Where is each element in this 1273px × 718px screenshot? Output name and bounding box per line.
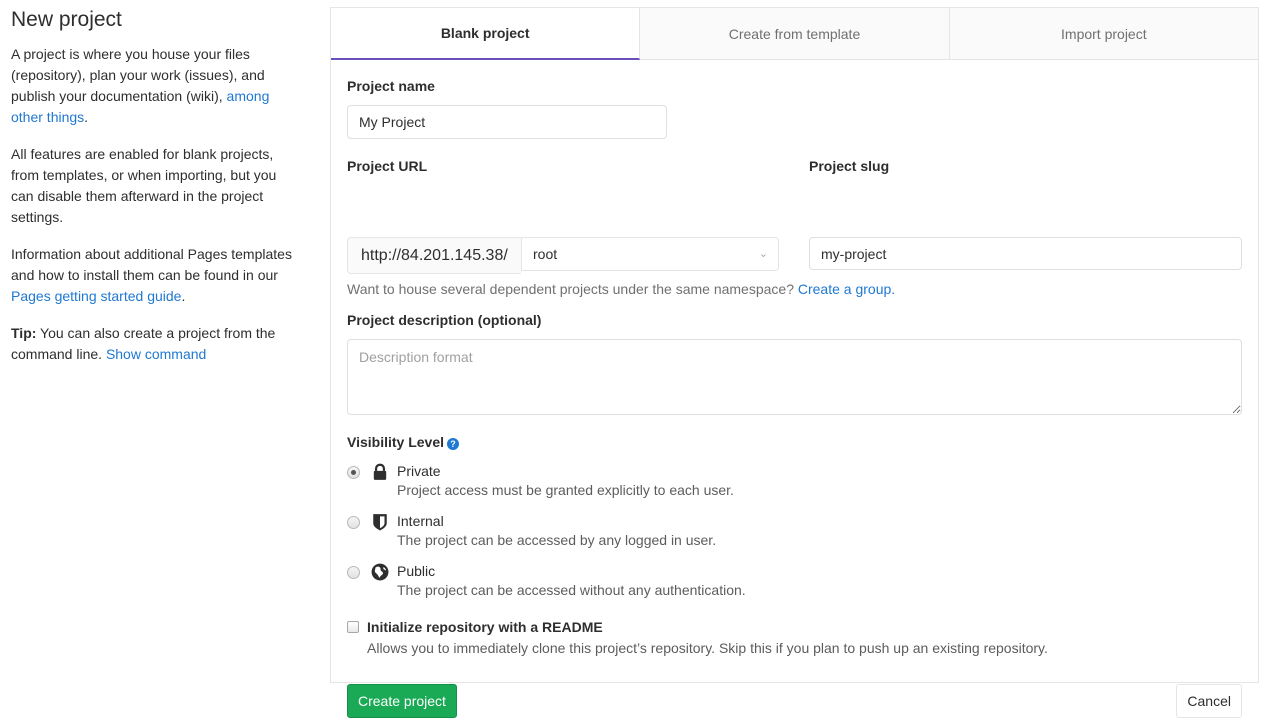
group-help-text: Want to house several dependent projects…	[347, 281, 896, 297]
visibility-label: Visibility Level?	[347, 434, 460, 450]
public-desc: The project can be accessed without any …	[397, 582, 746, 598]
intro-paragraph: A project is where you house your files …	[11, 46, 270, 125]
create-project-button[interactable]: Create project	[347, 684, 457, 718]
private-title: Private	[397, 463, 441, 479]
project-url-label: Project URL	[347, 158, 428, 174]
pages-guide-link[interactable]: Pages getting started guide	[11, 288, 181, 304]
description-label: Project description (optional)	[347, 312, 542, 328]
chevron-down-icon: ⌄	[758, 248, 768, 260]
readme-label[interactable]: Initialize repository with a README	[367, 619, 603, 635]
page-title: New project	[11, 8, 122, 31]
new-project-panel: Blank project Create from template Impor…	[330, 7, 1259, 718]
internal-title: Internal	[397, 513, 444, 529]
namespace-value: root	[533, 246, 558, 262]
internal-radio[interactable]	[347, 516, 360, 529]
tab-create-from-template[interactable]: Create from template	[640, 8, 950, 59]
internal-desc: The project can be accessed by any logge…	[397, 532, 717, 548]
cancel-button[interactable]: Cancel	[1176, 684, 1242, 718]
globe-icon	[371, 563, 389, 581]
project-slug-input[interactable]: my-project	[809, 237, 1242, 270]
public-radio[interactable]	[347, 566, 360, 579]
url-prefix: http://84.201.145.38/	[347, 237, 521, 274]
public-title: Public	[397, 563, 436, 579]
tab-import-project[interactable]: Import project	[950, 8, 1258, 59]
tab-blank-project[interactable]: Blank project	[331, 8, 641, 60]
readme-desc: Allows you to immediately clone this pro…	[367, 640, 1048, 656]
lock-icon	[373, 463, 387, 480]
tip-paragraph: Tip: You can also create a project from …	[11, 325, 276, 362]
private-radio[interactable]	[347, 466, 360, 479]
create-group-link[interactable]: Create a group.	[798, 281, 895, 297]
show-command-link[interactable]: Show command	[106, 346, 206, 362]
namespace-select[interactable]: root ⌄	[521, 237, 779, 271]
features-paragraph: All features are enabled for blank proje…	[11, 146, 277, 225]
help-question-icon[interactable]: ?	[447, 438, 460, 450]
project-name-input[interactable]: My Project	[347, 105, 667, 139]
project-name-label: Project name	[347, 78, 435, 94]
pages-paragraph: Information about additional Pages templ…	[11, 246, 292, 304]
project-tabs: Blank project Create from template Impor…	[331, 8, 1258, 60]
shield-icon	[373, 514, 387, 531]
project-slug-label: Project slug	[809, 158, 890, 174]
private-desc: Project access must be granted explicitl…	[397, 482, 734, 498]
readme-checkbox[interactable]	[347, 621, 359, 633]
sidebar-info: New project A project is where you house…	[11, 6, 301, 381]
description-textarea[interactable]	[347, 339, 1242, 415]
